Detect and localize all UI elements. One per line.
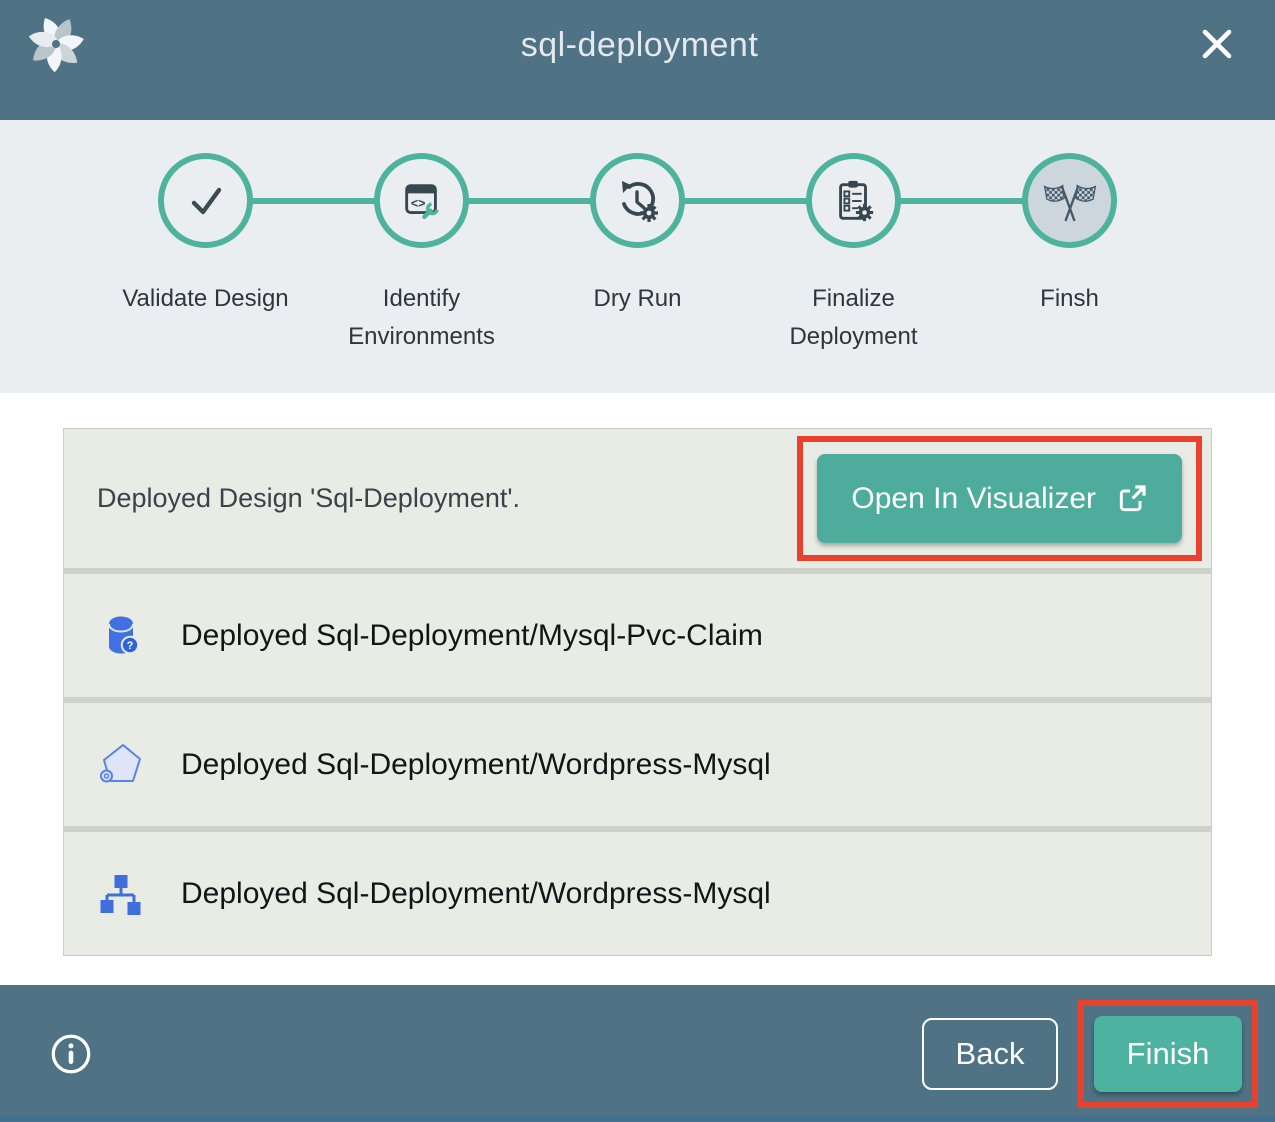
step-circle-dry-run[interactable]: [590, 153, 685, 248]
deployment-result-list: Deployed Design 'Sql-Deployment'. Open I…: [63, 428, 1212, 956]
deployed-item-text: Deployed Sql-Deployment/Wordpress-Mysql: [181, 748, 771, 782]
application-pentagon-icon: [97, 741, 145, 789]
info-icon: [48, 1031, 94, 1077]
back-button[interactable]: Back: [922, 1018, 1058, 1090]
finish-flags-icon: [1041, 177, 1099, 225]
highlight-box-finish: Finish: [1078, 1000, 1258, 1108]
external-link-icon: [1116, 483, 1148, 515]
finish-button[interactable]: Finish: [1094, 1016, 1242, 1092]
step-circle-finalize-deployment[interactable]: [806, 153, 901, 248]
deployed-design-row: Deployed Design 'Sql-Deployment'. Open I…: [64, 429, 1211, 568]
deployed-item-row: Deployed Sql-Deployment/Wordpress-Mysql: [64, 832, 1211, 955]
deployed-item-row: ? Deployed Sql-Deployment/Mysql-Pvc-Clai…: [64, 574, 1211, 697]
deployed-item-row: Deployed Sql-Deployment/Wordpress-Mysql: [64, 703, 1211, 826]
check-icon: [182, 177, 230, 225]
step-circle-finish[interactable]: [1022, 153, 1117, 248]
step-label: Finalize Deployment: [768, 280, 940, 357]
step-dry-run: Dry Run: [530, 153, 746, 357]
layer5-pinwheel-logo-icon: [26, 14, 86, 74]
svg-text:<>: <>: [410, 196, 425, 210]
step-label: Finsh: [1040, 280, 1099, 318]
page-bottom-strip: [0, 1116, 1275, 1122]
history-gear-icon: [614, 177, 662, 225]
stepper-section: Validate Design <>: [0, 120, 1275, 393]
step-identify-environments: <> Identify Environments: [314, 153, 530, 357]
code-wrench-icon: <>: [399, 178, 445, 224]
step-finish: Finsh: [962, 153, 1178, 357]
step-finalize-deployment: Finalize Deployment: [746, 153, 962, 357]
modal-footer: Back Finish: [0, 985, 1275, 1122]
deployed-item-text: Deployed Sql-Deployment/Wordpress-Mysql: [181, 877, 771, 911]
deployment-stepper: Validate Design <>: [98, 120, 1178, 357]
step-circle-validate-design[interactable]: [158, 153, 253, 248]
deployed-item-text: Deployed Sql-Deployment/Mysql-Pvc-Claim: [181, 619, 763, 653]
workload-hierarchy-icon: [97, 870, 145, 918]
close-button[interactable]: [1193, 20, 1241, 68]
svg-text:?: ?: [127, 640, 134, 652]
highlight-box-visualizer: Open In Visualizer: [797, 436, 1202, 561]
step-label: Dry Run: [593, 280, 681, 318]
deployed-design-message: Deployed Design 'Sql-Deployment'.: [97, 483, 520, 514]
step-label: Validate Design: [122, 280, 288, 318]
close-icon: [1193, 20, 1241, 68]
open-in-visualizer-button[interactable]: Open In Visualizer: [817, 454, 1182, 543]
info-button[interactable]: [48, 1031, 94, 1077]
step-circle-identify-environments[interactable]: <>: [374, 153, 469, 248]
modal-header: sql-deployment: [0, 0, 1275, 120]
modal-title: sql-deployment: [86, 26, 1193, 65]
step-validate-design: Validate Design: [98, 153, 314, 357]
open-in-visualizer-label: Open In Visualizer: [851, 482, 1096, 516]
database-icon: ?: [97, 612, 145, 660]
deployment-modal: sql-deployment Validate Design: [0, 0, 1275, 1122]
clipboard-gear-icon: [831, 178, 877, 224]
step-label: Identify Environments: [336, 280, 508, 357]
